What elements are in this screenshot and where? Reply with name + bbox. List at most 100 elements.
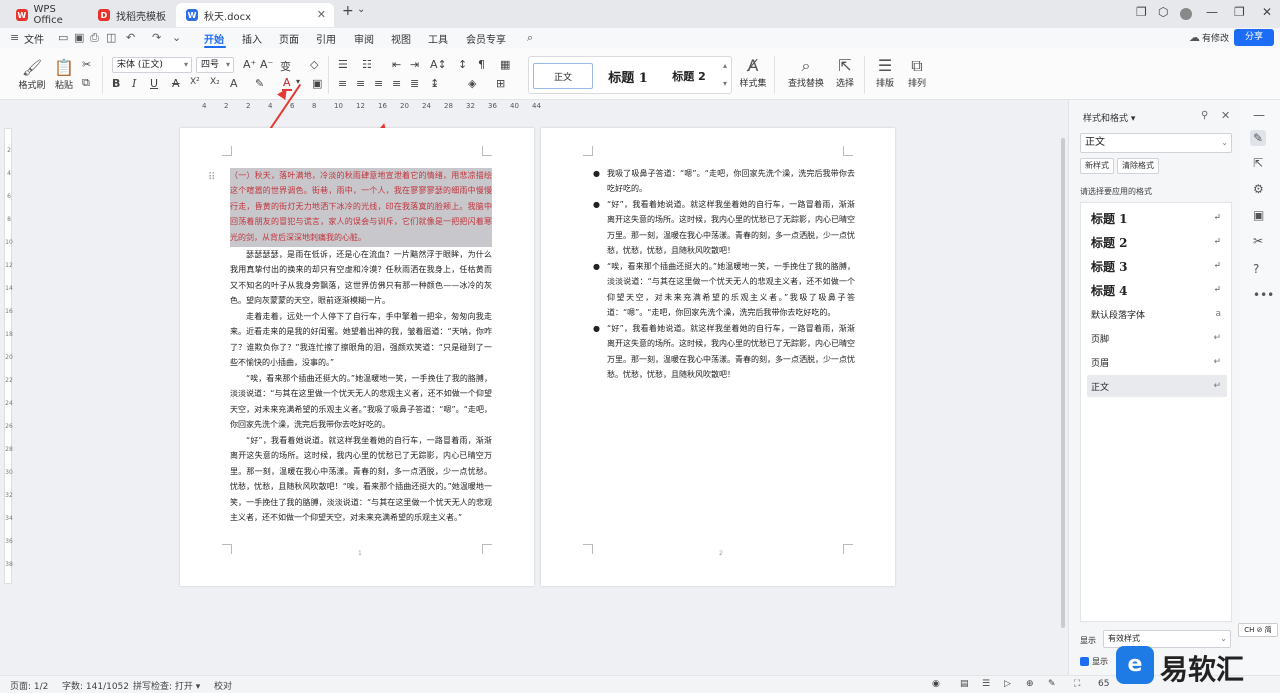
tools-icon[interactable]: ✂ bbox=[1253, 234, 1263, 248]
paste-button[interactable]: 📋 粘贴 bbox=[50, 58, 78, 91]
avatar[interactable] bbox=[1180, 8, 1192, 20]
search-icon[interactable]: ⌕ bbox=[527, 31, 533, 45]
word-count[interactable]: 字数: 141/1052 bbox=[62, 679, 129, 692]
new-style-button[interactable]: 新样式 bbox=[1080, 158, 1114, 174]
new-tab-button[interactable]: + bbox=[342, 3, 354, 19]
table-border-icon[interactable]: ▦ bbox=[500, 58, 510, 71]
vertical-ruler[interactable]: 2 4 6 8 10 12 14 16 18 20 22 24 26 28 30 32 34 36 38 bbox=[4, 128, 13, 584]
style-item-heading-3[interactable]: 标题 3 ↵ bbox=[1087, 255, 1227, 277]
menu-reference[interactable]: 引用 bbox=[316, 31, 336, 46]
subscript-icon[interactable]: X₂ bbox=[210, 77, 220, 87]
drag-handle-icon[interactable]: ⠿ bbox=[208, 172, 215, 183]
vertical-scrollbar[interactable] bbox=[1060, 128, 1066, 648]
text-effect-icon[interactable]: A bbox=[230, 77, 238, 90]
print-icon[interactable]: ⎙ bbox=[90, 31, 99, 45]
pen-icon[interactable]: ✎ bbox=[1048, 679, 1056, 689]
find-replace-button[interactable]: ⌕ 查找替换 bbox=[784, 56, 828, 89]
clear-format-button[interactable]: 清除格式 bbox=[1117, 158, 1159, 174]
menu-insert[interactable]: 插入 bbox=[242, 31, 262, 46]
border-icon[interactable]: ⊞ bbox=[496, 77, 505, 90]
document-page-1[interactable]: ⠿ （一）秋天，落叶满地，冷淡的秋雨肆意地宣泄着它的情绪，用悲凉描绘这个喧嚣的世… bbox=[180, 128, 534, 586]
style-item-heading-4[interactable]: 标题 4 ↵ bbox=[1087, 279, 1227, 301]
style-item-header[interactable]: 页眉 ↵ bbox=[1087, 351, 1227, 373]
spellcheck-toggle[interactable]: 拼写检查: 打开 ▾ bbox=[133, 679, 200, 692]
cube-icon[interactable]: ⬡ bbox=[1158, 5, 1168, 19]
page-view-icon[interactable]: ▤ bbox=[960, 679, 969, 689]
font-name-select[interactable]: 宋体 (正文) ▾ bbox=[112, 57, 192, 73]
selected-paragraph[interactable]: （一）秋天，落叶满地，冷淡的秋雨肆意地宣泄着它的情绪，用悲凉描绘这个喧嚣的世界调… bbox=[230, 168, 492, 247]
pin-icon[interactable]: ⚲ bbox=[1201, 110, 1208, 121]
redo-icon[interactable]: ↷ bbox=[152, 31, 161, 44]
cut-icon[interactable]: ✂ bbox=[82, 58, 91, 71]
distributed-icon[interactable]: ≣ bbox=[410, 77, 419, 90]
highlight-icon[interactable]: ✎ bbox=[255, 77, 264, 90]
hamburger-icon[interactable]: ≡ bbox=[10, 31, 19, 44]
new-doc-icon[interactable]: ▭ bbox=[58, 31, 68, 44]
menu-tools[interactable]: 工具 bbox=[428, 31, 448, 46]
increase-indent-icon[interactable]: ⇥ bbox=[410, 58, 419, 71]
tab-list-dropdown-icon[interactable]: ⌄ bbox=[357, 4, 365, 15]
close-tab-icon[interactable]: ✕ bbox=[317, 8, 326, 21]
text-direction-icon[interactable]: A↕ bbox=[430, 58, 447, 71]
document-page-2[interactable]: 我吸了吸鼻子答道：“嗯”。“走吧，你回家先洗个澡，洗完后我带你去吃好吃的。 “好… bbox=[541, 128, 895, 586]
style-item-footer[interactable]: 页脚 ↵ bbox=[1087, 327, 1227, 349]
style-normal[interactable]: 正文 bbox=[533, 63, 593, 89]
restore-icon[interactable]: ❐ bbox=[1234, 5, 1245, 19]
italic-icon[interactable]: I bbox=[132, 77, 136, 90]
style-pen-icon[interactable]: ✎ bbox=[1250, 130, 1267, 146]
help-icon[interactable]: ? bbox=[1253, 262, 1259, 276]
ime-indicator[interactable]: CH ⊘ 简 bbox=[1238, 623, 1278, 637]
window-layout-icon[interactable]: ❐ bbox=[1136, 5, 1147, 19]
shrink-font-icon[interactable]: A⁻ bbox=[260, 58, 273, 71]
style-item-heading-2[interactable]: 标题 2 ↵ bbox=[1087, 231, 1227, 253]
menu-review[interactable]: 审阅 bbox=[354, 31, 374, 46]
show-preview-checkbox[interactable] bbox=[1080, 657, 1089, 666]
superscript-icon[interactable]: X² bbox=[190, 77, 200, 87]
arrange-button[interactable]: ⧉ 排列 bbox=[902, 56, 932, 89]
justify-icon[interactable]: ≡ bbox=[392, 77, 401, 90]
bullet-item[interactable]: “好”，我看着她说道。就这样我坐着她的自行车，一路冒着雨，渐渐离开这失意的场所。… bbox=[593, 197, 855, 259]
char-border-icon[interactable]: ▣ bbox=[312, 77, 322, 90]
menu-page[interactable]: 页面 bbox=[279, 31, 299, 46]
select-button[interactable]: ⇱ 选择 bbox=[830, 56, 860, 89]
line-spacing-icon[interactable]: ↨ bbox=[430, 77, 439, 90]
align-left-icon[interactable]: ≡ bbox=[338, 77, 347, 90]
numbered-list-icon[interactable]: ☷ bbox=[362, 58, 372, 71]
style-item-heading-1[interactable]: 标题 1 ↵ bbox=[1087, 207, 1227, 229]
style-set-button[interactable]: A̸ 样式集 bbox=[736, 56, 770, 89]
fit-page-icon[interactable]: ⛶ bbox=[1074, 679, 1080, 689]
sort-icon[interactable]: ↕ bbox=[458, 58, 467, 71]
print-preview-icon[interactable]: ◫ bbox=[106, 31, 116, 44]
quick-access-dropdown-icon[interactable]: ⌄ bbox=[172, 31, 181, 44]
decrease-indent-icon[interactable]: ⇤ bbox=[392, 58, 401, 71]
gallery-down-icon[interactable]: ▾ bbox=[723, 79, 727, 88]
copy-icon[interactable]: ⧉ bbox=[82, 76, 90, 90]
bullet-item[interactable]: “唉，看来那个插曲还挺大的。”她温暖地一笑，一手挽住了我的胳膊，淡淡说道：“与其… bbox=[593, 259, 855, 321]
menu-home[interactable]: 开始 bbox=[204, 31, 224, 46]
bold-icon[interactable]: B bbox=[112, 77, 120, 90]
layout-button[interactable]: ☰ 排版 bbox=[870, 56, 900, 89]
menu-view[interactable]: 视图 bbox=[391, 31, 411, 46]
web-view-icon[interactable]: ⊕ bbox=[1026, 679, 1034, 689]
minus-icon[interactable]: — bbox=[1253, 108, 1265, 122]
select-cursor-icon[interactable]: ⇱ bbox=[1253, 156, 1263, 170]
format-painter-button[interactable]: 🖌 格式刷 bbox=[18, 58, 46, 91]
page-indicator[interactable]: 页面: 1/2 bbox=[10, 679, 48, 692]
bullet-list-icon[interactable]: ☰ bbox=[338, 58, 348, 71]
tab-wps-office[interactable]: W WPS Office bbox=[6, 3, 86, 27]
show-marks-icon[interactable]: ¶ bbox=[478, 58, 485, 71]
tab-document[interactable]: W 秋天.docx ✕ bbox=[176, 3, 334, 27]
strikethrough-icon[interactable]: A bbox=[172, 77, 180, 90]
style-item-default-font[interactable]: 默认段落字体 a bbox=[1087, 303, 1227, 325]
font-size-select[interactable]: 四号 ▾ bbox=[196, 57, 234, 73]
paragraph[interactable]: 走着走着，远处一个人停下了自行车，手中擎着一把伞，匆匆向我走来。近看走来的是我的… bbox=[230, 309, 492, 371]
current-style-select[interactable]: 正文 ⌄ bbox=[1080, 133, 1232, 153]
paragraph[interactable]: 瑟瑟瑟瑟，是雨在低诉，还是心在流血？一片黯然浮于眼眸，为什么我用真挚付出的换来的… bbox=[230, 247, 492, 309]
phonetic-guide-icon[interactable]: 变 bbox=[280, 58, 291, 74]
eye-icon[interactable]: ◉ bbox=[932, 679, 940, 689]
clear-format-icon[interactable]: ◇ bbox=[310, 58, 318, 71]
gallery-up-icon[interactable]: ▴ bbox=[723, 61, 727, 70]
align-center-icon[interactable]: ≡ bbox=[356, 77, 365, 90]
undo-icon[interactable]: ↶ bbox=[126, 31, 135, 44]
scrollbar-thumb[interactable] bbox=[1061, 138, 1065, 628]
